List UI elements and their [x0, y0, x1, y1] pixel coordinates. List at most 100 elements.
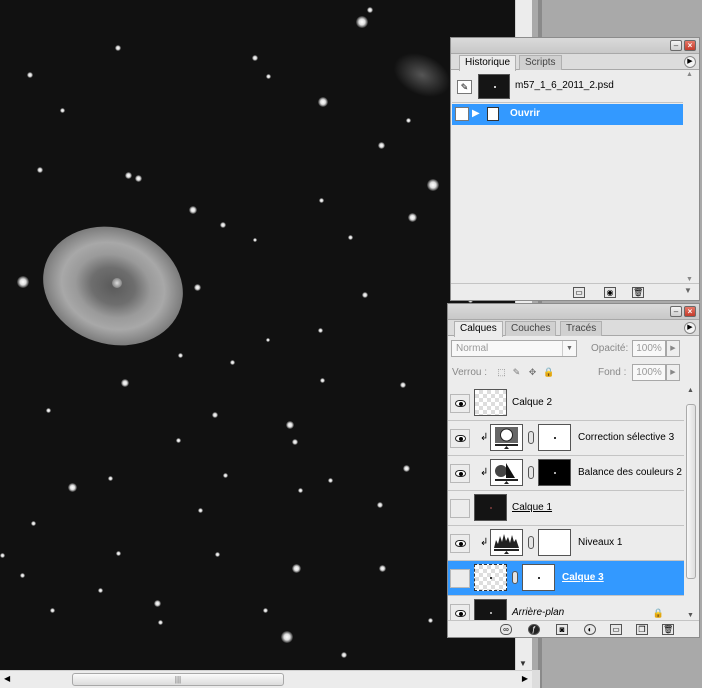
- fill-slider-arrow-icon[interactable]: ▶: [666, 364, 680, 381]
- star: [405, 117, 411, 123]
- layer-row-arriere-plan[interactable]: Arrière-plan 🔒: [448, 596, 684, 620]
- fill-input[interactable]: 100%: [632, 364, 666, 381]
- scroll-up-arrow-icon[interactable]: ▲: [687, 387, 694, 394]
- adjustment-layer-icon[interactable]: ◐: [584, 624, 596, 635]
- layers-panel-tabs: Calques Couches Tracés ▶: [448, 320, 699, 337]
- scroll-down-arrow-icon[interactable]: ▼: [519, 659, 527, 668]
- layer-name[interactable]: Calque 1: [512, 502, 552, 514]
- eye-icon: [455, 540, 466, 547]
- camera-icon[interactable]: ◉: [604, 287, 616, 298]
- horizontal-scroll-thumb[interactable]: |||: [72, 673, 284, 686]
- tab-scripts[interactable]: Scripts: [519, 55, 562, 70]
- star: [97, 587, 103, 593]
- mask-link-icon[interactable]: [512, 571, 518, 584]
- scroll-up-arrow-icon[interactable]: ▲: [686, 71, 693, 78]
- clipping-arrow-icon: ↲: [480, 467, 489, 478]
- history-brush-source-icon[interactable]: ✎: [457, 80, 472, 94]
- scrollbar-corner: [532, 670, 540, 688]
- history-brush-checkbox[interactable]: [455, 107, 469, 121]
- mask-link-icon[interactable]: [528, 536, 534, 549]
- layer-name[interactable]: Calque 2: [512, 397, 552, 409]
- layers-panel-titlebar[interactable]: – ×: [448, 304, 699, 320]
- mask-link-icon[interactable]: [528, 466, 534, 479]
- current-state-marker-icon: ▶: [472, 108, 480, 119]
- link-icon[interactable]: ∞: [500, 624, 512, 635]
- eye-icon: [455, 435, 466, 442]
- panel-menu-icon[interactable]: ▶: [684, 322, 696, 334]
- layer-row-correction-selective-3[interactable]: ↲ Correction sélective 3: [448, 421, 684, 456]
- tab-calques[interactable]: Calques: [454, 321, 503, 337]
- history-panel-titlebar[interactable]: – ×: [451, 38, 699, 54]
- visibility-toggle[interactable]: [450, 534, 470, 553]
- tab-historique[interactable]: Historique: [459, 55, 517, 71]
- lock-options-row: Verrou : ⬚ ✎ ✥ 🔒 Fond : 100% ▶: [448, 362, 699, 386]
- lock-transparency-icon[interactable]: ⬚: [496, 367, 507, 378]
- tab-traces[interactable]: Tracés: [560, 321, 603, 336]
- close-icon[interactable]: ×: [684, 306, 696, 317]
- canvas-horizontal-scrollbar[interactable]: ◀ ||| ▶: [0, 670, 532, 688]
- layer-name[interactable]: Arrière-plan: [512, 607, 564, 619]
- opacity-slider-arrow-icon[interactable]: ▶: [666, 340, 680, 357]
- lock-pixels-icon[interactable]: ✎: [511, 367, 522, 378]
- mask-icon[interactable]: ◙: [556, 624, 568, 635]
- snapshot-name: m57_1_6_2011_2.psd: [515, 80, 614, 91]
- layers-scroll-thumb[interactable]: [686, 404, 696, 579]
- chevron-down-icon[interactable]: ▼: [562, 341, 576, 356]
- tab-couches[interactable]: Couches: [505, 321, 557, 336]
- minimize-icon[interactable]: –: [670, 40, 682, 51]
- visibility-toggle[interactable]: [450, 604, 470, 620]
- visibility-toggle[interactable]: [450, 499, 470, 518]
- layer-row-niveaux-1[interactable]: ↲ Niveaux 1: [448, 526, 684, 561]
- blend-mode-select[interactable]: Normal ▼: [451, 340, 577, 357]
- minimize-icon[interactable]: –: [670, 306, 682, 317]
- layer-name[interactable]: Calque 3: [562, 572, 604, 584]
- open-document-icon: [487, 107, 499, 121]
- clipping-arrow-icon: ↲: [480, 432, 489, 443]
- history-scrollbar[interactable]: ▲ ▼: [683, 71, 698, 283]
- scroll-down-arrow-icon[interactable]: ▼: [687, 612, 694, 619]
- layers-list: Calque 2 ↲ Correction sélective 3 ↲ Bala…: [448, 386, 684, 620]
- layers-scrollbar[interactable]: ▲ ▼: [684, 386, 698, 620]
- folder-icon[interactable]: ▭: [610, 624, 622, 635]
- trash-icon[interactable]: 🗑: [632, 287, 644, 298]
- mask-link-icon[interactable]: [528, 431, 534, 444]
- visibility-toggle[interactable]: [450, 394, 470, 413]
- layer-row-calque-3[interactable]: Calque 3: [448, 561, 684, 596]
- layers-panel-footer: ∞ ƒ ◙ ◐ ▭ ❐ 🗑: [448, 620, 699, 637]
- history-step[interactable]: ▶ Ouvrir: [452, 104, 684, 125]
- layer-row-calque-2[interactable]: Calque 2: [448, 386, 684, 421]
- star: [356, 16, 368, 28]
- visibility-toggle[interactable]: [450, 429, 470, 448]
- faint-galaxy: [386, 44, 458, 106]
- layer-row-calque-1[interactable]: Calque 1: [448, 491, 684, 526]
- star: [115, 550, 121, 556]
- layer-mask-thumbnail[interactable]: [522, 564, 555, 591]
- opacity-input[interactable]: 100%: [632, 340, 666, 357]
- new-document-from-state-icon[interactable]: ▭: [573, 287, 585, 298]
- star: [367, 7, 373, 13]
- eye-icon: [455, 400, 466, 407]
- close-icon[interactable]: ×: [684, 40, 696, 51]
- layer-mask-thumbnail[interactable]: [538, 424, 571, 451]
- resize-grip-icon[interactable]: ▼: [684, 286, 692, 295]
- layer-name[interactable]: Niveaux 1: [578, 537, 622, 549]
- layer-row-balance-des-couleurs-2[interactable]: ↲ Balance des couleurs 2: [448, 456, 684, 491]
- document-canvas[interactable]: [0, 0, 515, 670]
- visibility-toggle[interactable]: [450, 464, 470, 483]
- scroll-down-arrow-icon[interactable]: ▼: [686, 276, 693, 283]
- scroll-left-arrow-icon[interactable]: ◀: [4, 674, 10, 683]
- trash-icon[interactable]: 🗑: [662, 624, 674, 635]
- layer-name[interactable]: Correction sélective 3: [578, 432, 674, 444]
- panel-menu-icon[interactable]: ▶: [684, 56, 696, 68]
- star: [67, 482, 77, 492]
- scroll-right-arrow-icon[interactable]: ▶: [522, 674, 528, 683]
- fx-icon[interactable]: ƒ: [528, 624, 540, 635]
- lock-all-icon[interactable]: 🔒: [543, 367, 554, 378]
- layer-name[interactable]: Balance des couleurs 2: [578, 467, 682, 479]
- new-layer-icon[interactable]: ❐: [636, 624, 648, 635]
- layer-mask-thumbnail[interactable]: [538, 529, 571, 556]
- visibility-toggle[interactable]: [450, 569, 470, 588]
- layer-mask-thumbnail[interactable]: [538, 459, 571, 486]
- history-snapshot[interactable]: ✎ m57_1_6_2011_2.psd: [452, 71, 684, 103]
- lock-position-icon[interactable]: ✥: [527, 367, 538, 378]
